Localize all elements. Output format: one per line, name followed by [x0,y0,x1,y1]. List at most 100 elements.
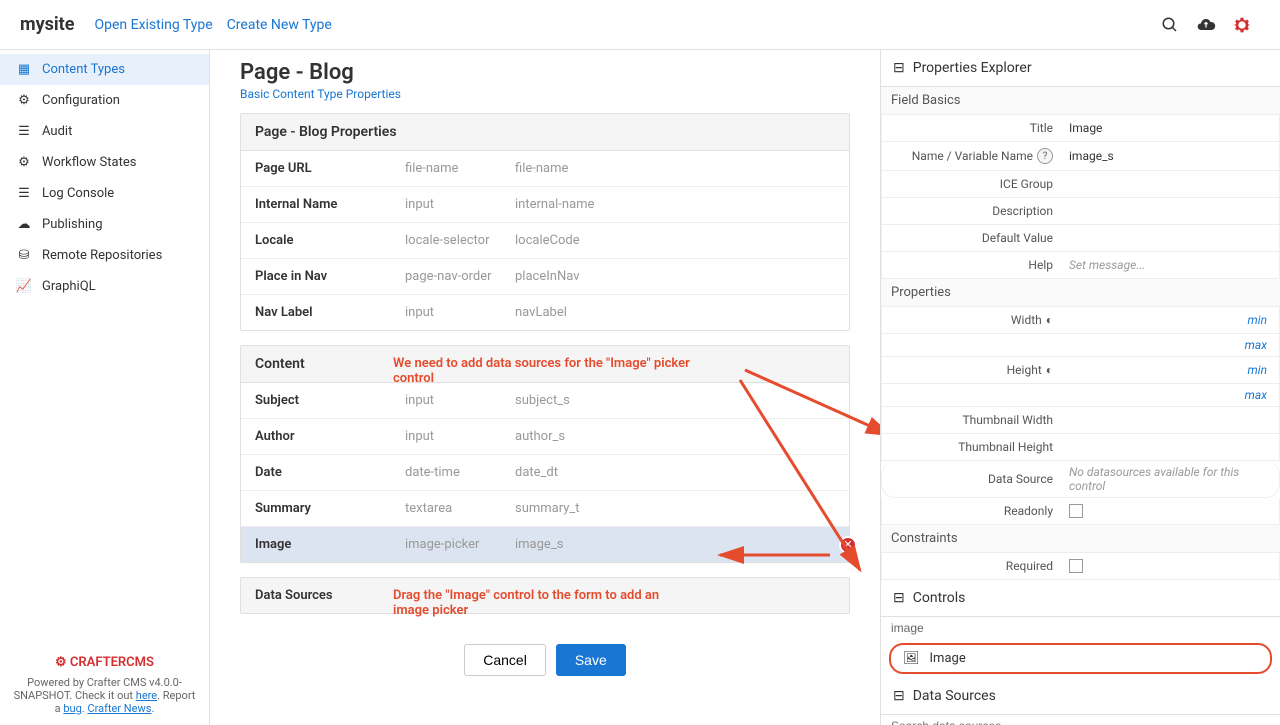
content-section: Content We need to add data sources for … [240,345,850,563]
property-row[interactable]: Nav LabelinputnavLabel [241,295,849,330]
properties-explorer-header[interactable]: ⊟ Properties Explorer [881,50,1280,87]
width-max[interactable]: max [1061,334,1280,357]
prop-label: Name / Variable Name? [881,142,1061,171]
prop-label: Description [881,198,1061,225]
prop-value-default[interactable] [1061,225,1280,252]
collapse-icon[interactable]: ⊟ [893,60,905,76]
sidebar-item-content-types[interactable]: ▦ Content Types [0,54,209,85]
prop-value-readonly[interactable] [1061,498,1280,525]
chart-icon: 📈 [14,279,34,294]
image-icon: 🖼 [903,651,920,666]
data-sources-section-header[interactable]: Data Sources Drag the "Image" control to… [240,577,850,614]
sidebar-footer: ⚙ CRAFTERCMS Powered by Crafter CMS v4.0… [0,645,209,725]
datasources-search-input[interactable] [881,715,1280,725]
annotation-note: Drag the "Image" control to the form to … [393,588,697,618]
content-row-image[interactable]: Imageimage-pickerimage_s ✕ [241,527,849,562]
prop-value-ice[interactable] [1061,171,1280,198]
annotation-note: We need to add data sources for the "Ima… [393,356,697,386]
topbar: mysite Open Existing Type Create New Typ… [0,0,1280,50]
property-row[interactable]: Internal Nameinputinternal-name [241,187,849,223]
prop-value-help[interactable]: Set message... [1061,252,1280,279]
sidebar-item-graphiql[interactable]: 📈 GraphiQL [0,271,209,302]
gear-icon: ⚙ [14,93,34,108]
main-content: Page - Blog Basic Content Type Propertie… [210,50,880,725]
sidebar-item-label: Log Console [42,186,114,201]
list-icon: ☰ [14,124,34,139]
prop-value-datasource[interactable]: No datasources available for this contro… [1061,461,1280,498]
sidebar-item-audit[interactable]: ☰ Audit [0,116,209,147]
properties-section-header[interactable]: Page - Blog Properties [241,114,849,151]
content-row[interactable]: Summarytextareasummary_t [241,491,849,527]
cloud-upload-icon[interactable] [1188,7,1224,43]
create-new-type-link[interactable]: Create New Type [227,17,332,33]
sidebar-item-label: Audit [42,124,72,139]
height-min[interactable]: min [1061,357,1280,384]
settings-gear-icon[interactable] [1224,7,1260,43]
sidebar-item-log-console[interactable]: ☰ Log Console [0,178,209,209]
crafter-news-link[interactable]: Crafter News [87,702,151,715]
sidebar-item-publishing[interactable]: ☁ Publishing [0,209,209,240]
constraints-header: Constraints [881,525,1280,553]
data-sources-header[interactable]: ⊟ Data Sources [881,678,1280,715]
sidebar-item-workflow-states[interactable]: ⚙ Workflow States [0,147,209,178]
toggle-icon[interactable]: ◐ [1046,363,1053,377]
page-title: Page - Blog [240,60,850,85]
basic-properties-link[interactable]: Basic Content Type Properties [240,87,850,101]
property-row[interactable]: Page URLfile-namefile-name [241,151,849,187]
control-image[interactable]: 🖼 Image [889,643,1272,674]
content-row[interactable]: Datedate-timedate_dt [241,455,849,491]
prop-label: Title [881,115,1061,142]
prop-value-th[interactable] [1061,434,1280,461]
list-icon: ☰ [14,186,34,201]
cloud-icon: ☁ [14,217,34,232]
property-row[interactable]: Localelocale-selectorlocaleCode [241,223,849,259]
checkbox[interactable] [1069,504,1083,518]
prop-label: Default Value [881,225,1061,252]
remove-field-icon[interactable]: ✕ [839,536,857,554]
bug-link[interactable]: bug [63,702,81,715]
prop-label: Thumbnail Height [881,434,1061,461]
sidebar-item-label: Remote Repositories [42,248,162,263]
prop-label: Help [881,252,1061,279]
controls-header[interactable]: ⊟ Controls [881,580,1280,617]
checkbox[interactable] [1069,559,1083,573]
here-link[interactable]: here [136,689,157,702]
field-basics-header: Field Basics [881,87,1280,115]
grid-icon: ▦ [14,62,34,77]
property-row[interactable]: Place in Navpage-nav-orderplaceInNav [241,259,849,295]
prop-label: Height ◐ [881,357,1061,384]
cancel-button[interactable]: Cancel [464,644,546,676]
prop-value-tw[interactable] [1061,407,1280,434]
toggle-icon[interactable]: ◐ [1046,313,1053,327]
collapse-icon[interactable]: ⊟ [893,590,905,606]
height-max[interactable]: max [1061,384,1280,407]
sidebar-item-label: GraphiQL [42,279,96,294]
craftercms-logo: ⚙ CRAFTERCMS [12,655,197,670]
prop-value-title[interactable]: Image [1061,115,1280,142]
prop-value-required[interactable] [1061,553,1280,580]
prop-value-description[interactable] [1061,198,1280,225]
prop-label: Required [881,553,1061,580]
width-min[interactable]: min [1061,307,1280,334]
sidebar-item-label: Content Types [42,62,125,77]
open-existing-type-link[interactable]: Open Existing Type [94,17,212,33]
controls-search-input[interactable] [881,617,1280,639]
properties-header: Properties [881,279,1280,307]
prop-label: Thumbnail Width [881,407,1061,434]
database-icon: ⛁ [14,248,34,263]
content-section-header[interactable]: Content We need to add data sources for … [241,346,849,383]
collapse-icon[interactable]: ⊟ [893,688,905,704]
right-panel: ⊟ Properties Explorer Field Basics Title… [880,50,1280,725]
search-icon[interactable] [1152,7,1188,43]
prop-label: Width ◐ [881,307,1061,334]
sidebar-item-label: Configuration [42,93,120,108]
content-row[interactable]: Authorinputauthor_s [241,419,849,455]
info-icon[interactable]: ? [1037,148,1053,164]
save-button[interactable]: Save [556,644,626,676]
content-row[interactable]: Subjectinputsubject_s [241,383,849,419]
prop-label: ICE Group [881,171,1061,198]
sidebar-item-configuration[interactable]: ⚙ Configuration [0,85,209,116]
gear-icon: ⚙ [14,155,34,170]
sidebar-item-remote-repositories[interactable]: ⛁ Remote Repositories [0,240,209,271]
prop-value-variable[interactable]: image_s [1061,142,1280,171]
